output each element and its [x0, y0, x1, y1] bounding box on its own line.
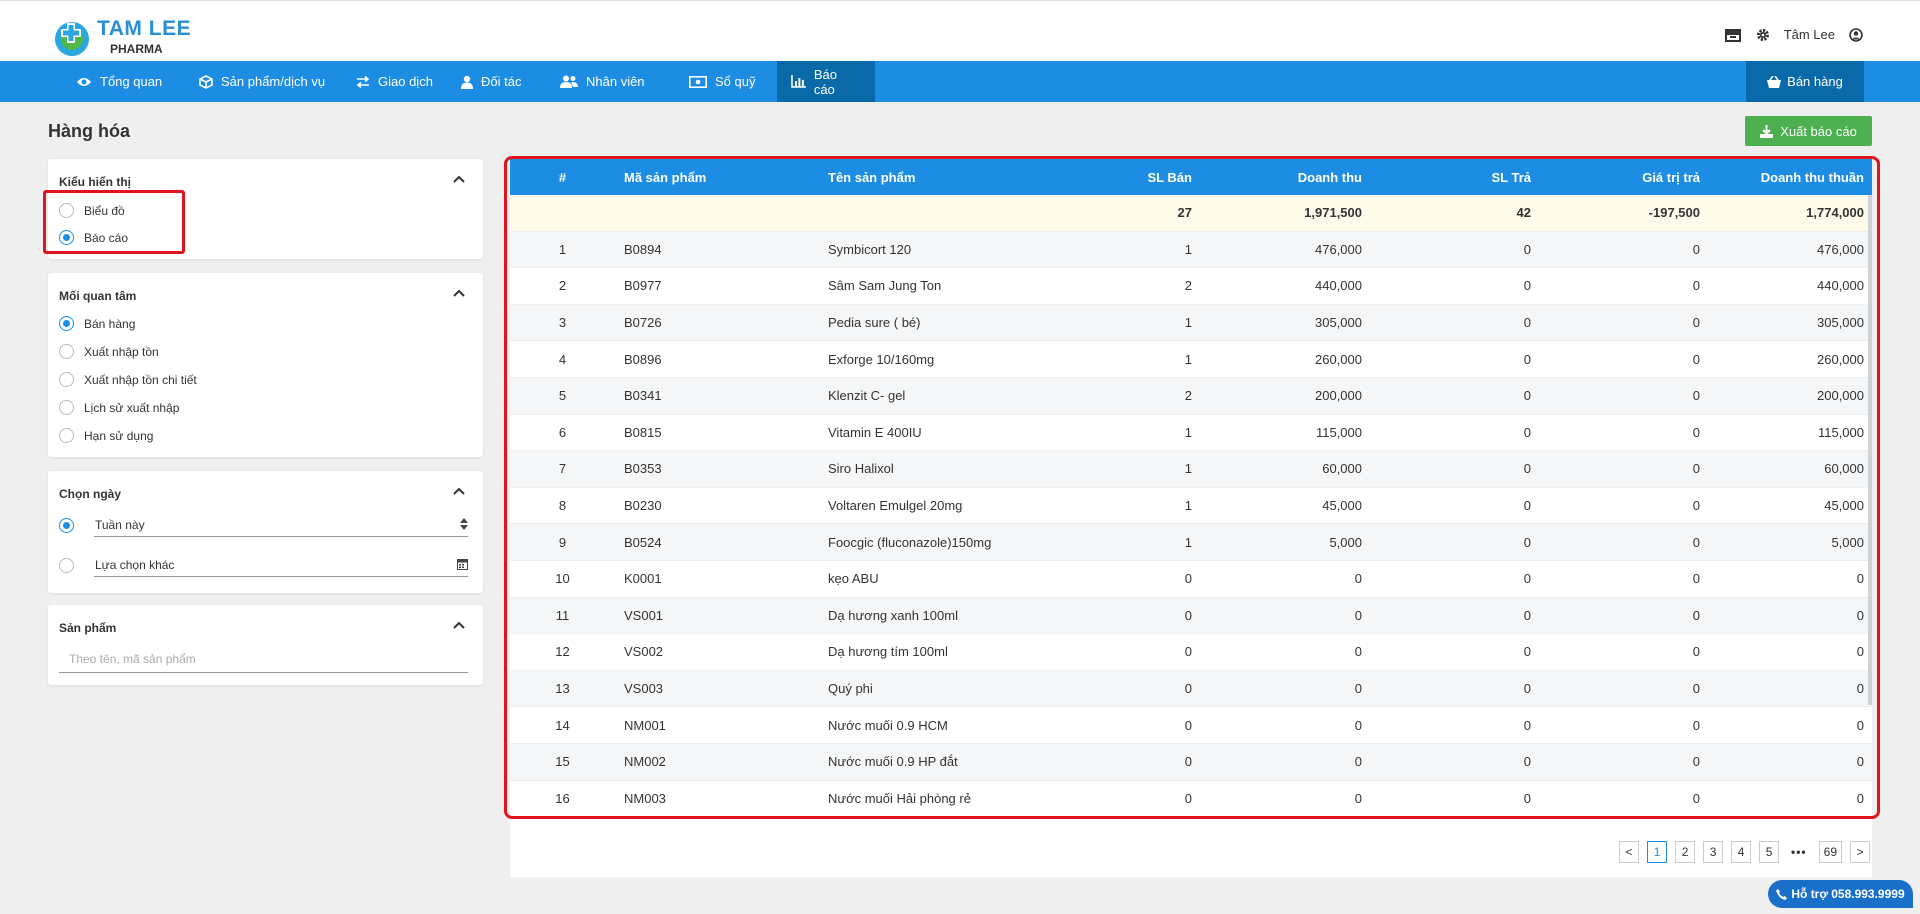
- gear-icon[interactable]: [1756, 28, 1770, 42]
- store-icon[interactable]: [1724, 28, 1742, 42]
- radio-label: Xuất nhập tồn: [84, 344, 159, 359]
- page-title: Hàng hóa: [48, 121, 131, 141]
- page-button[interactable]: 3: [1703, 841, 1724, 863]
- date-preset-value: Tuần này: [95, 517, 145, 532]
- sort-icon: [460, 518, 468, 530]
- page-button-last[interactable]: 69: [1818, 841, 1842, 863]
- nav-label: Sản phẩm/dịch vụ: [221, 74, 326, 89]
- chevron-up-icon[interactable]: [453, 621, 465, 629]
- sell-button[interactable]: Bán hàng: [1746, 61, 1864, 102]
- nav-item-transactions[interactable]: Giao dịch: [342, 61, 447, 102]
- brand-sub: PHARMA: [110, 42, 163, 56]
- export-label: Xuất báo cáo: [1780, 123, 1857, 139]
- product-search-input[interactable]: Theo tên, mã sản phẩm: [59, 646, 468, 673]
- phone-icon: [1776, 888, 1788, 900]
- annotation-highlight-box: [504, 156, 1880, 819]
- chevron-up-icon[interactable]: [453, 487, 465, 495]
- pagination: < 1 2 3 4 5 ••• 69 >: [1619, 841, 1870, 863]
- main-nav: Tổng quan Sản phẩm/dịch vụ Giao dịch Đối…: [0, 61, 1920, 102]
- user-icon: [461, 75, 473, 89]
- page-button[interactable]: 5: [1759, 841, 1780, 863]
- page-button[interactable]: 2: [1675, 841, 1696, 863]
- radio-button[interactable]: [59, 372, 74, 387]
- radio-button[interactable]: [59, 400, 74, 415]
- radio-date-custom[interactable]: [59, 558, 74, 573]
- nav-item-products[interactable]: Sản phẩm/dịch vụ: [185, 61, 339, 102]
- page-next-button[interactable]: >: [1850, 841, 1870, 863]
- concern-panel: Mối quan tâm Bán hàng Xuất nhập tồn Xuất…: [48, 273, 483, 457]
- users-icon: [560, 75, 578, 88]
- radio-sales[interactable]: Bán hàng: [59, 316, 135, 331]
- basket-icon: [1767, 75, 1782, 88]
- page-button-current[interactable]: 1: [1647, 841, 1668, 863]
- radio-date-preset[interactable]: [59, 518, 74, 533]
- nav-label: Giao dịch: [378, 74, 433, 89]
- logo-icon: [55, 22, 89, 56]
- support-button[interactable]: Hỗ trợ 058.993.9999: [1768, 880, 1913, 908]
- panel-title: Chọn ngày: [59, 487, 121, 501]
- radio-button[interactable]: [59, 558, 74, 573]
- exchange-icon: [356, 75, 370, 88]
- top-header: TAM LEE PHARMA Tâm Lee: [0, 0, 1920, 61]
- support-label: Hỗ trợ 058.993.9999: [1791, 887, 1905, 901]
- date-panel: Chọn ngày Tuần này Lựa chọn khác: [48, 471, 483, 593]
- brand: TAM LEE PHARMA: [97, 17, 192, 57]
- nav-label: Nhân viên: [586, 74, 645, 89]
- radio-label: Lịch sử xuất nhập: [84, 400, 180, 415]
- chevron-up-icon[interactable]: [453, 175, 465, 183]
- download-icon: [1760, 124, 1774, 138]
- nav-label: Sổ quỹ: [715, 74, 756, 89]
- nav-label: Tổng quan: [100, 74, 163, 89]
- nav-item-overview[interactable]: Tổng quan: [62, 61, 176, 102]
- user-avatar-icon[interactable]: [1849, 27, 1863, 42]
- radio-label: Xuất nhập tồn chi tiết: [84, 372, 197, 387]
- page-prev-button[interactable]: <: [1619, 841, 1640, 863]
- radio-history[interactable]: Lịch sử xuất nhập: [59, 400, 179, 415]
- radio-inventory-detail[interactable]: Xuất nhập tồn chi tiết: [59, 372, 197, 387]
- radio-expiry[interactable]: Hạn sử dụng: [59, 428, 153, 443]
- panel-title: Mối quan tâm: [59, 289, 137, 303]
- nav-label: Báo cáo: [813, 66, 837, 97]
- money-icon: [689, 75, 707, 88]
- sell-button-label: Bán hàng: [1787, 74, 1843, 89]
- cube-icon: [199, 74, 213, 89]
- date-custom-label: Lựa chọn khác: [95, 557, 175, 572]
- annotation-highlight-box: [43, 190, 185, 254]
- radio-button-selected[interactable]: [59, 518, 74, 533]
- radio-label: Hạn sử dụng: [84, 428, 154, 443]
- eye-icon: [77, 77, 91, 86]
- radio-label: Bán hàng: [84, 316, 136, 331]
- nav-item-cashbook[interactable]: Sổ quỹ: [675, 61, 769, 102]
- page-ellipsis: •••: [1787, 841, 1811, 863]
- radio-inventory[interactable]: Xuất nhập tồn: [59, 344, 159, 359]
- brand-name: TAM LEE: [97, 17, 192, 40]
- date-preset-select[interactable]: Tuần này: [94, 513, 468, 537]
- radio-button[interactable]: [59, 344, 74, 359]
- radio-button-selected[interactable]: [59, 316, 74, 331]
- panel-title: Kiểu hiển thị: [59, 175, 131, 189]
- user-name[interactable]: Tâm Lee: [1784, 27, 1835, 42]
- top-right-tools: Tâm Lee: [1724, 27, 1863, 42]
- panel-title: Sản phẩm: [59, 621, 117, 635]
- calendar-icon[interactable]: [457, 558, 468, 570]
- chart-icon: [791, 75, 806, 88]
- nav-item-staff[interactable]: Nhân viên: [546, 61, 659, 102]
- product-panel: Sản phẩm Theo tên, mã sản phẩm: [48, 605, 483, 685]
- nav-label: Đối tác: [481, 74, 522, 89]
- export-report-button[interactable]: Xuất báo cáo: [1745, 116, 1872, 146]
- chevron-up-icon[interactable]: [453, 289, 465, 297]
- date-custom-field[interactable]: Lựa chọn khác: [94, 553, 468, 577]
- nav-item-partners[interactable]: Đối tác: [447, 61, 535, 102]
- nav-item-reports[interactable]: Báo cáo: [777, 61, 875, 102]
- radio-button[interactable]: [59, 428, 74, 443]
- page-button[interactable]: 4: [1731, 841, 1752, 863]
